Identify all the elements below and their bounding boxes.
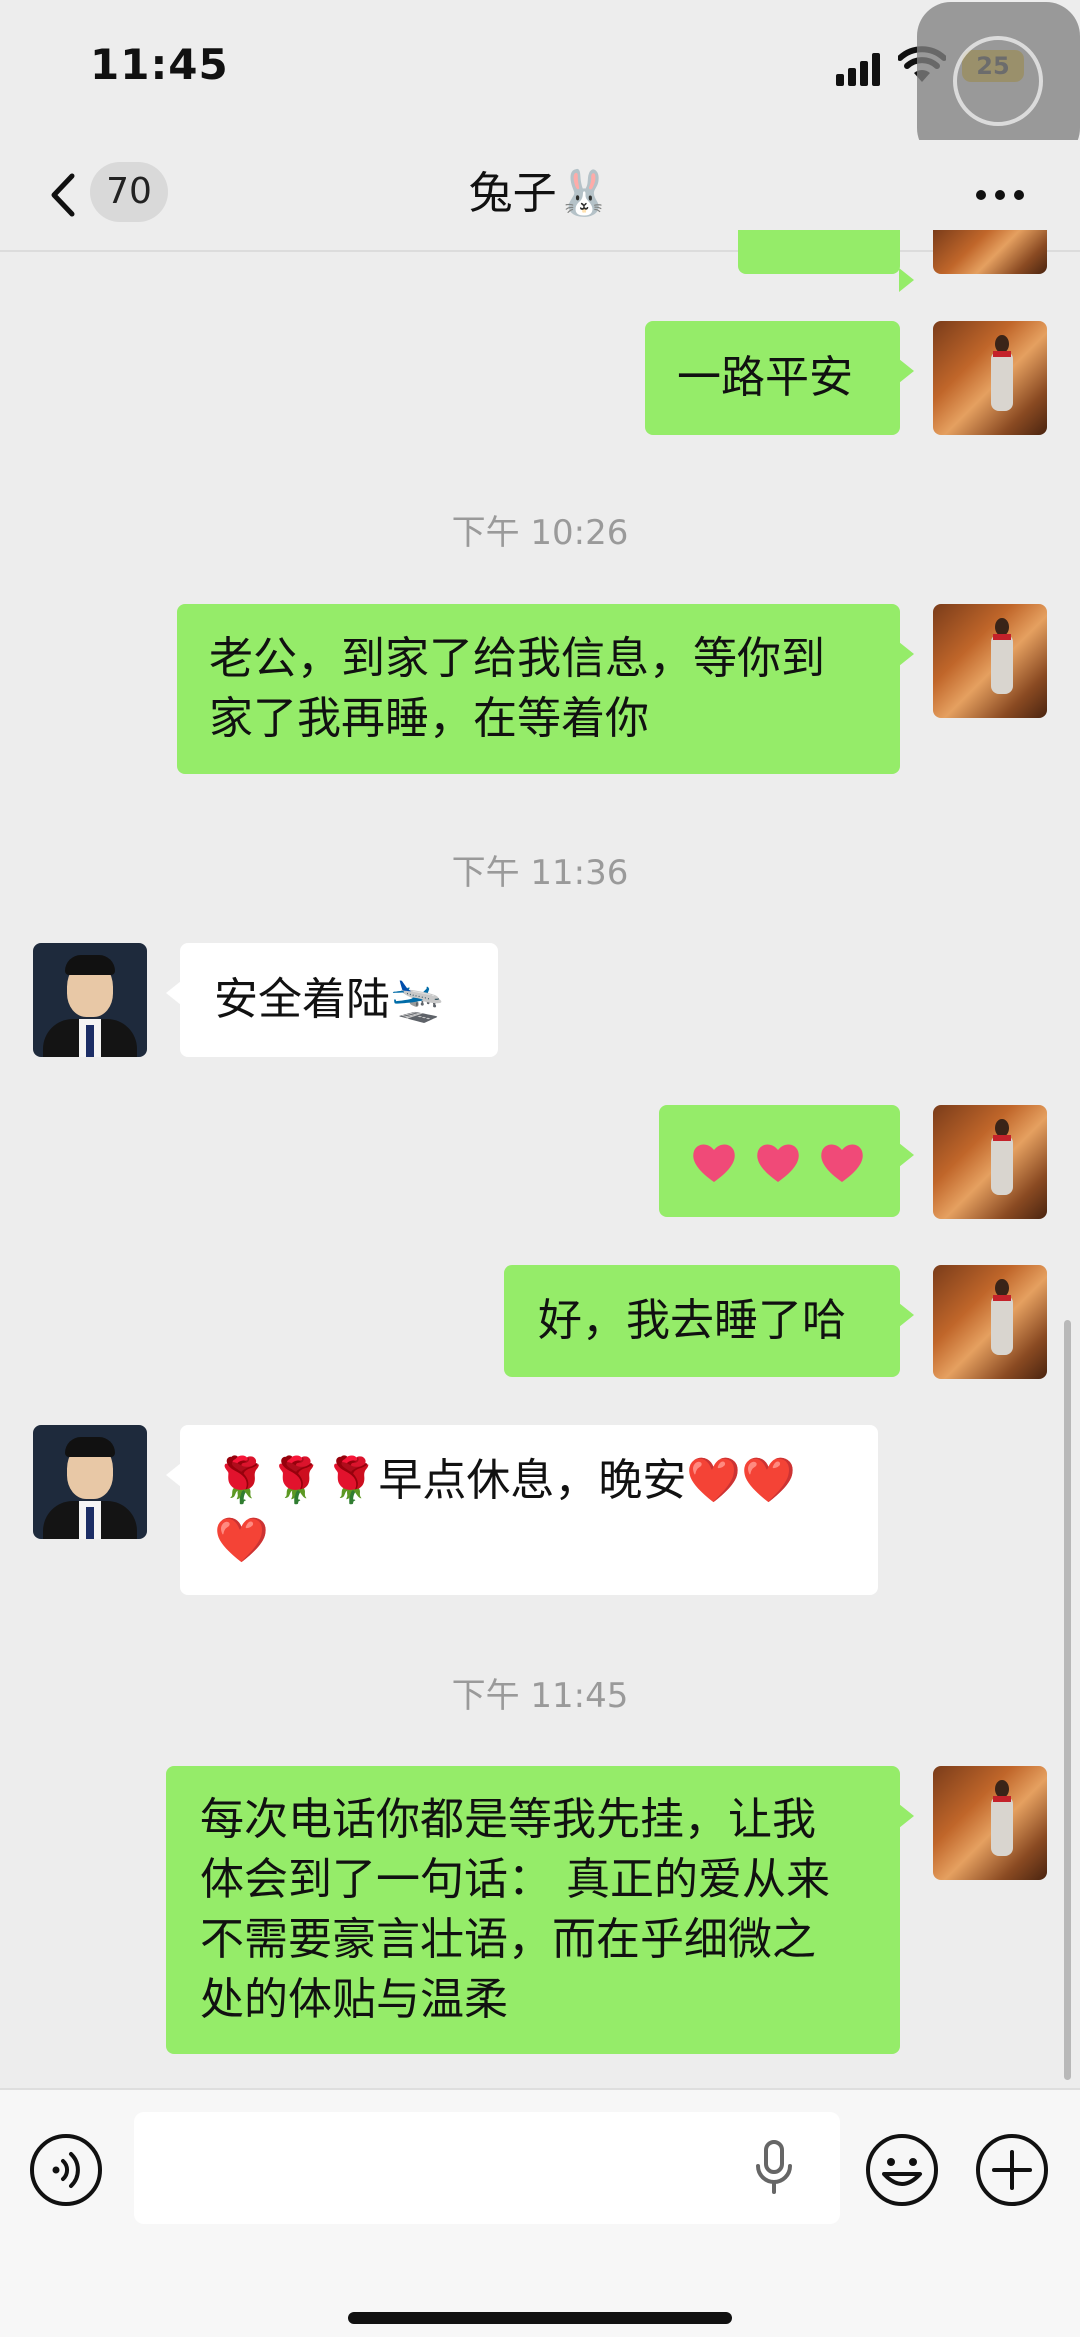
message-timestamp: 下午 11:45: [451, 1676, 629, 1716]
message-timestamp: 下午 11:36: [451, 853, 629, 893]
contact-avatar[interactable]: [33, 1425, 147, 1539]
my-avatar[interactable]: [933, 321, 1047, 435]
message-text-line: 处的体贴与温柔: [200, 1974, 508, 2025]
message-bubble[interactable]: 安全着陆🛬: [166, 943, 498, 1057]
chat-header: 70 兔子🐰: [0, 140, 1080, 252]
message-timestamp: 下午 10:26: [451, 513, 629, 553]
home-indicator: [348, 2312, 732, 2324]
message-bubble[interactable]: 🌹🌹🌹早点休息，晚安❤️❤️ ❤️: [166, 1425, 878, 1595]
input-bar: [0, 2088, 1080, 2337]
assistive-touch-ring-icon: [953, 36, 1043, 126]
plus-icon[interactable]: [974, 2132, 1050, 2208]
my-avatar[interactable]: [933, 230, 1047, 274]
assistive-touch-button[interactable]: [917, 2, 1080, 162]
message-input[interactable]: [134, 2112, 840, 2224]
status-bar: 11:45 25: [0, 0, 1080, 162]
message-bubble-partial[interactable]: [738, 230, 914, 292]
chat-title: 兔子🐰: [468, 168, 612, 219]
message-text-line: ❤️: [214, 1515, 269, 1566]
message-text-line: 老公，到家了给我信息，等你到: [209, 633, 825, 684]
my-avatar[interactable]: [933, 604, 1047, 718]
message-text-line: 每次电话你都是等我先挂，让我: [200, 1794, 816, 1845]
my-avatar[interactable]: [933, 1105, 1047, 1219]
my-avatar[interactable]: [933, 1265, 1047, 1379]
unread-count-badge[interactable]: 70: [90, 162, 168, 222]
message-bubble[interactable]: 每次电话你都是等我先挂，让我 体会到了一句话： 真正的爱从来 不需要豪言壮语，而…: [166, 1766, 914, 2054]
message-text-line: 体会到了一句话： 真正的爱从来: [200, 1854, 830, 1905]
contact-avatar[interactable]: [33, 943, 147, 1057]
microphone-icon[interactable]: [754, 2140, 794, 2196]
message-bubble[interactable]: [659, 1105, 914, 1217]
my-avatar[interactable]: [933, 1766, 1047, 1880]
message-bubble[interactable]: 好，我去睡了哈: [504, 1265, 914, 1377]
message-text: 好，我去睡了哈: [538, 1295, 846, 1346]
message-bubble[interactable]: 一路平安: [645, 321, 914, 435]
chevron-left-icon[interactable]: [44, 170, 84, 220]
message-text: 安全着陆🛬: [214, 974, 445, 1025]
message-text-line: 家了我再睡，在等着你: [209, 693, 649, 744]
pink-heart-icon: [757, 1144, 799, 1182]
more-dots-icon[interactable]: [970, 184, 1030, 204]
chat-screen: 11:45 25 70 兔子🐰 一路平安 下午 10:26: [0, 0, 1080, 2337]
status-time: 11:45: [90, 40, 229, 89]
message-bubble[interactable]: 老公，到家了给我信息，等你到 家了我再睡，在等着你: [177, 604, 914, 774]
message-text-line: 不需要豪言壮语，而在乎细微之: [200, 1914, 816, 1965]
message-text-line: 🌹🌹🌹早点休息，晚安❤️❤️: [214, 1455, 796, 1506]
message-text: 一路平安: [677, 352, 853, 403]
signal-icon: [836, 52, 882, 86]
chat-scrollbar[interactable]: [1064, 1320, 1071, 2080]
pink-heart-icon: [821, 1144, 863, 1182]
emoji-icon[interactable]: [864, 2132, 940, 2208]
voice-mode-icon[interactable]: [28, 2132, 104, 2208]
pink-heart-icon: [693, 1144, 735, 1182]
